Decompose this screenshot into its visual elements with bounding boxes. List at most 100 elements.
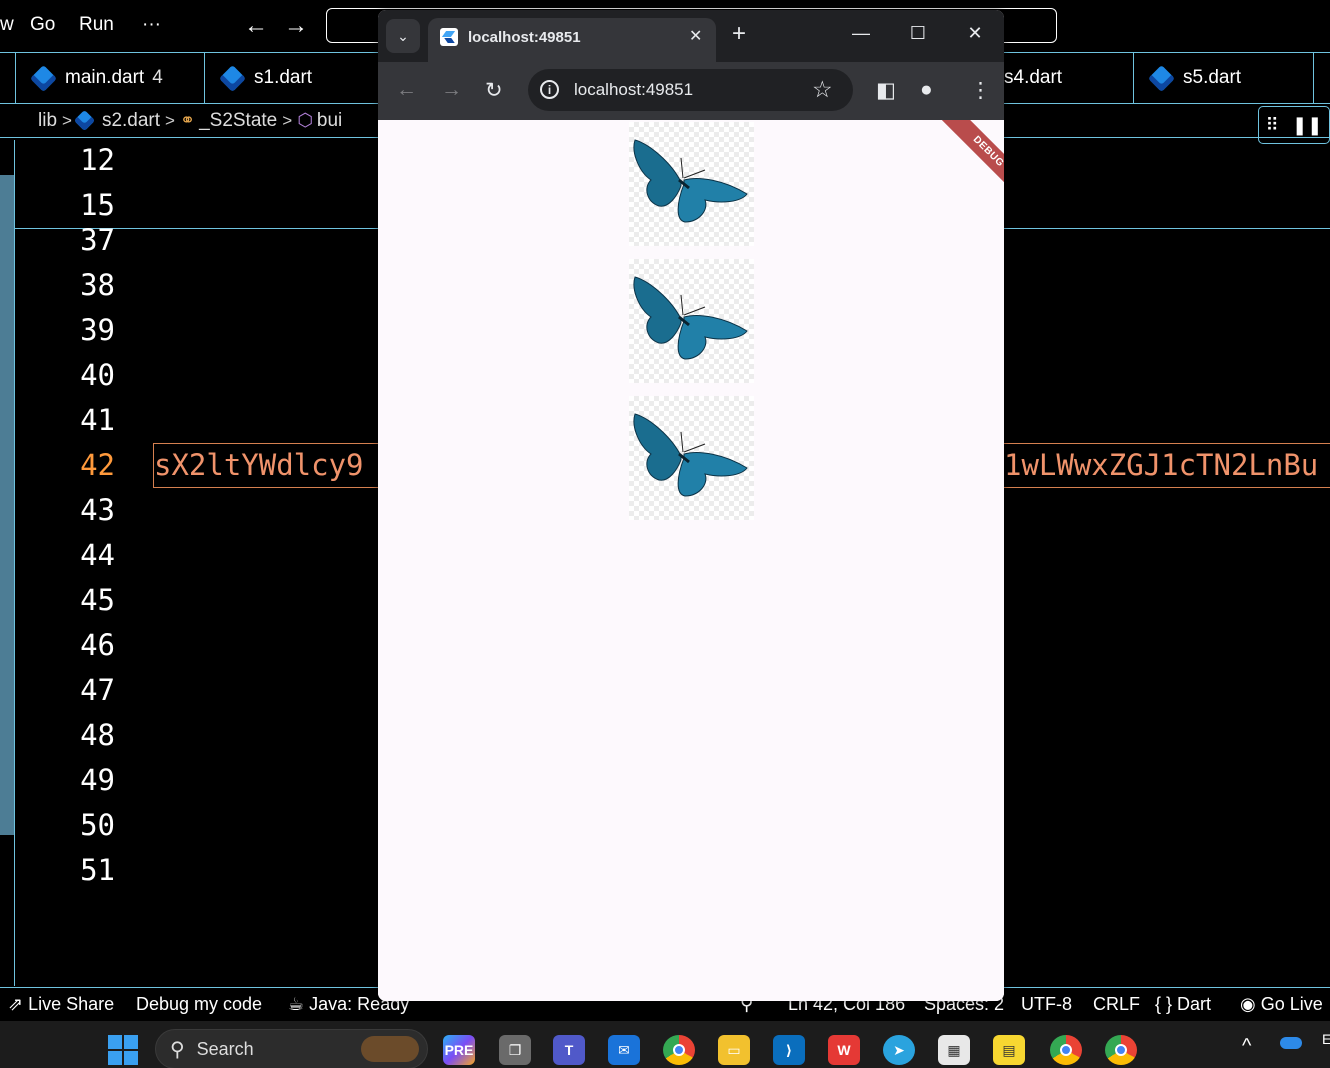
back-arrow-icon[interactable]: ← <box>244 12 268 40</box>
site-info-icon[interactable]: i <box>540 80 559 99</box>
dart-file-icon <box>73 109 96 132</box>
breadcrumb-build[interactable]: ⬡ bui <box>297 110 342 132</box>
debug-my-code-button[interactable]: Debug my code <box>136 994 262 1015</box>
search-highlight-illustration-icon <box>361 1036 419 1062</box>
menu-item-run[interactable]: Run <box>79 14 114 36</box>
live-share-button[interactable]: ⇗ Live Share <box>8 994 114 1015</box>
flutter-app-viewport: DEBUG <box>378 120 1004 1001</box>
back-arrow-icon[interactable]: ← <box>396 78 417 102</box>
file-explorer-icon[interactable]: ▭ <box>718 1035 750 1065</box>
debug-banner: DEBUG <box>931 120 1004 209</box>
line-number: 47 <box>80 673 115 707</box>
line-number-sticky: 15 <box>80 188 115 222</box>
sticky-notes-icon[interactable]: ▤ <box>993 1035 1025 1065</box>
butterfly-icon <box>633 139 748 223</box>
minimap-scroll-strip[interactable] <box>0 175 14 835</box>
new-tab-plus-icon[interactable]: + <box>732 21 746 47</box>
breadcrumb-label: lib <box>38 109 58 131</box>
go-live-button[interactable]: ◉ Go Live <box>1240 994 1323 1015</box>
tab-s1-dart[interactable]: s1.dart <box>205 53 380 103</box>
forward-arrow-icon[interactable]: → <box>284 12 308 40</box>
telegram-icon[interactable]: ➤ <box>883 1035 915 1065</box>
minimize-icon[interactable]: — <box>851 23 871 44</box>
tab-label: s1.dart <box>254 67 313 88</box>
eol-setting[interactable]: CRLF <box>1093 994 1140 1015</box>
menu-item-view-partial[interactable]: w <box>0 14 14 36</box>
language-mode[interactable]: { } Dart <box>1155 994 1211 1015</box>
maximize-icon[interactable]: ☐ <box>908 23 928 44</box>
chrome-badged-icon[interactable] <box>1050 1035 1082 1065</box>
tab-label: main.dart <box>65 67 145 88</box>
mail-icon[interactable]: ✉ <box>608 1035 640 1065</box>
coffee-cup-icon: ☕ <box>288 994 305 1014</box>
butterfly-icon <box>633 413 748 497</box>
teams-icon[interactable]: T <box>553 1035 585 1065</box>
forward-arrow-icon[interactable]: → <box>441 78 462 102</box>
copilot-icon[interactable]: PRE <box>443 1035 475 1065</box>
butterfly-image-1 <box>629 122 754 246</box>
tab-label: s4.dart <box>1004 67 1063 88</box>
profile-avatar-icon[interactable]: ● <box>920 78 933 102</box>
chrome-active-icon[interactable] <box>1105 1035 1137 1065</box>
windows-taskbar: ⚲ Search PRE ❐ T ✉ ▭ ⟩ W ➤ ▦ ▤ ^ E <box>0 1021 1330 1068</box>
tab-search-chevron-icon[interactable]: ⌄ <box>386 19 420 53</box>
problems-badge: 4 <box>152 67 163 88</box>
browser-title-bar: ⌄ localhost:49851 ✕ + — ☐ ✕ <box>378 10 1004 62</box>
taskbar-search-box[interactable]: ⚲ Search <box>155 1029 428 1068</box>
search-icon: ⚲ <box>170 1038 185 1061</box>
tab-s5-dart[interactable]: s5.dart <box>1134 53 1314 103</box>
flutter-favicon-icon <box>440 28 458 46</box>
line-number: 43 <box>80 493 115 527</box>
breadcrumb-lib[interactable]: lib <box>38 110 57 132</box>
butterfly-image-2 <box>629 259 754 383</box>
chrome-icon[interactable] <box>663 1035 695 1065</box>
line-number-sticky: 12 <box>80 143 115 177</box>
breadcrumb-s2-dart[interactable]: s2.dart <box>73 109 160 132</box>
tray-chevron-icon[interactable]: ^ <box>1242 1035 1251 1058</box>
tab-main-dart[interactable]: main.dart 4 <box>15 53 205 103</box>
line-number: 48 <box>80 718 115 752</box>
live-share-icon: ⇗ <box>8 994 24 1014</box>
line-number: 41 <box>80 403 115 437</box>
dart-file-icon <box>219 64 246 92</box>
drag-handle-icon[interactable]: ⠿ <box>1266 115 1279 136</box>
task-view-icon[interactable]: ❐ <box>499 1035 531 1065</box>
address-bar[interactable]: i localhost:49851 ☆ <box>528 69 853 111</box>
close-window-icon[interactable]: ✕ <box>965 23 985 44</box>
vscode-icon[interactable]: ⟩ <box>773 1035 805 1065</box>
line-number: 50 <box>80 808 115 842</box>
tab-label: s5.dart <box>1183 67 1242 88</box>
line-number: 44 <box>80 538 115 572</box>
browser-tab-title: localhost:49851 <box>468 29 581 46</box>
tab-s4-dart[interactable]: s4.dart <box>1004 53 1134 103</box>
broadcast-icon: ◉ <box>1240 994 1256 1014</box>
menu-item-go[interactable]: Go <box>30 14 55 36</box>
search-placeholder: Search <box>196 1038 254 1059</box>
breadcrumb-s2state[interactable]: ⚭ _S2State <box>180 110 277 132</box>
menu-more-button[interactable]: ··· <box>142 14 161 36</box>
browser-window: ⌄ localhost:49851 ✕ + — ☐ ✕ ← → ↻ i loca… <box>378 10 1004 1001</box>
pause-icon[interactable]: ❚❚ <box>1292 115 1322 136</box>
debug-toolbar: ⠿ ❚❚ <box>1258 106 1330 144</box>
microsoft-store-icon[interactable]: ▦ <box>938 1035 970 1065</box>
line-number: 45 <box>80 583 115 617</box>
code-string-fragment-right[interactable]: 1wLWwxZGJ1cTN2LnBu <box>1004 443 1330 488</box>
code-string-fragment-left[interactable]: sX2ltYWdlcy9 <box>153 443 378 488</box>
line-number: 51 <box>80 853 115 887</box>
side-panel-icon[interactable]: ◧ <box>876 78 896 103</box>
browser-tab[interactable]: localhost:49851 ✕ <box>428 18 716 62</box>
close-tab-icon[interactable]: ✕ <box>689 26 702 46</box>
wps-office-icon[interactable]: W <box>828 1035 860 1065</box>
chevron-right-icon: > <box>282 110 293 130</box>
line-number: 37 <box>80 223 115 257</box>
encoding-setting[interactable]: UTF-8 <box>1021 994 1072 1015</box>
reload-icon[interactable]: ↻ <box>485 78 503 103</box>
onedrive-icon[interactable] <box>1280 1037 1302 1049</box>
line-number: 40 <box>80 358 115 392</box>
more-options-icon[interactable]: ⋮ <box>970 78 991 103</box>
dart-file-icon <box>30 64 57 92</box>
windows-start-icon[interactable] <box>108 1035 138 1065</box>
breadcrumb-label: bui <box>316 109 343 131</box>
tray-edge-letter: E <box>1322 1031 1330 1047</box>
bookmark-star-icon[interactable]: ☆ <box>812 76 833 103</box>
